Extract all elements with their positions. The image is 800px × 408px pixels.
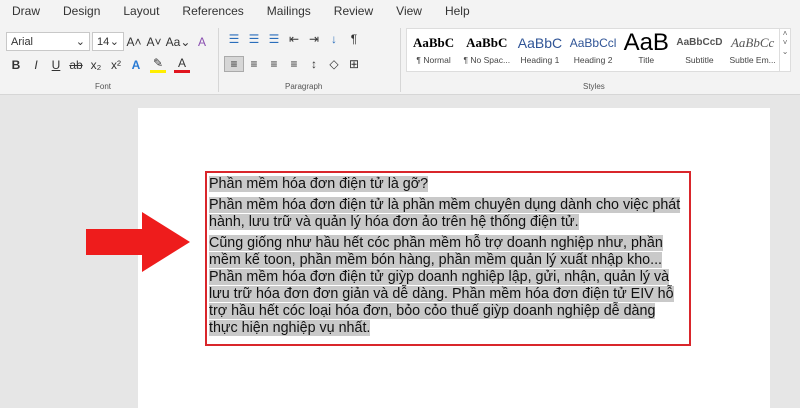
align-left-icon[interactable]: ≡	[224, 56, 244, 72]
change-case-button[interactable]: Aa⌄	[164, 35, 192, 49]
chevron-down-icon: ⌄	[110, 35, 119, 48]
styles-group-label: Styles	[583, 82, 605, 91]
align-center-icon[interactable]: ≡	[244, 57, 264, 71]
italic-icon[interactable]: I	[26, 58, 46, 72]
ribbon-tabs: Draw Design Layout References Mailings R…	[0, 0, 800, 24]
pilcrow-icon[interactable]: ¶	[344, 32, 364, 46]
text-line: Phần mềm hóa đơn điện tử là gỡ?	[209, 176, 428, 192]
paragraph-heading: Phần mềm hóa đơn điện tử là gỡ?	[209, 176, 680, 193]
font-name-value: Arial	[11, 36, 33, 48]
shading-icon[interactable]: ◇	[324, 57, 344, 71]
style-heading-1[interactable]: AaBbCHeading 1	[513, 29, 566, 71]
document-text[interactable]: Phần mềm hóa đơn điện tử là gỡ? Phần mềm…	[209, 176, 680, 341]
bold-icon[interactable]: B	[6, 58, 26, 72]
tab-view[interactable]: View	[396, 0, 422, 24]
style-label: Subtle Em...	[726, 55, 779, 65]
paragraph-definition: Phần mềm hóa đơn điện tử là phần mềm chu…	[209, 197, 680, 231]
style-preview: AaBbCcD	[673, 29, 726, 55]
increase-indent-icon[interactable]: ⇥	[304, 32, 324, 46]
style-label: ¶ Normal	[407, 55, 460, 65]
ribbon: Arial⌄ 14⌄ A˄ A˅ Aa⌄ A B I U ab x₂ x² A …	[0, 24, 800, 95]
text-line: trợ hầu hết cóc loại hóa đơn, bỏo cỏo th…	[209, 303, 655, 319]
sort-icon[interactable]: ↓	[324, 32, 344, 46]
tab-help[interactable]: Help	[445, 0, 470, 24]
font-color-icon[interactable]: A	[174, 56, 190, 73]
align-right-icon[interactable]: ≡	[264, 57, 284, 71]
numbering-icon[interactable]: ☰	[244, 32, 264, 46]
style-subtitle[interactable]: AaBbCcDSubtitle	[673, 29, 726, 71]
paragraph-description: Cũng giống như hầu hết cóc phần mềm hỗ t…	[209, 235, 680, 337]
style-preview: AaBbCcl	[567, 29, 620, 55]
text-line: Cũng giống như hầu hết cóc phần mềm hỗ t…	[209, 235, 663, 251]
font-size-value: 14	[97, 36, 109, 48]
tab-design[interactable]: Design	[63, 0, 100, 24]
style-preview: AaBbC	[407, 29, 460, 55]
chevron-down-icon: ⌄	[76, 35, 85, 48]
multilevel-list-icon[interactable]: ☰	[264, 32, 284, 46]
bullets-icon[interactable]: ☰	[224, 32, 244, 46]
text-line: mềm kế toon, phần mềm bón hàng, phần mềm…	[209, 252, 662, 268]
style-label: Heading 1	[513, 55, 566, 65]
tab-review[interactable]: Review	[334, 0, 373, 24]
tab-draw[interactable]: Draw	[12, 0, 40, 24]
style-label: Heading 2	[567, 55, 620, 65]
style-preview: AaB	[620, 29, 673, 55]
text-line: hành, lưu trữ và quản lý hóa đơn ảo trên…	[209, 214, 579, 230]
text-line: lưu trữ hóa đơn đơn giản và dễ dàng. Phầ…	[209, 286, 674, 302]
justify-icon[interactable]: ≡	[284, 57, 304, 71]
font-size-select[interactable]: 14⌄	[92, 32, 124, 51]
decrease-indent-icon[interactable]: ⇤	[284, 32, 304, 46]
text-line: Phần mềm hóa đơn điện tử giỳp doanh nghi…	[209, 269, 669, 285]
strikethrough-icon[interactable]: ab	[66, 58, 86, 72]
text-line: thực hiện nghiệp vụ nhất.	[209, 320, 370, 336]
red-arrow-icon	[86, 212, 192, 272]
tab-references[interactable]: References	[182, 0, 243, 24]
borders-icon[interactable]: ⊞	[344, 57, 364, 71]
style-preview: AaBbC	[460, 29, 513, 55]
styles-scrollbar[interactable]: ˄˅⌄	[779, 29, 790, 71]
style-no-spacing[interactable]: AaBbC¶ No Spac...	[460, 29, 513, 71]
highlight-icon[interactable]: ✎	[150, 56, 166, 73]
style-subtle-emphasis[interactable]: AaBbCcSubtle Em...	[726, 29, 779, 71]
underline-icon[interactable]: U	[46, 58, 66, 72]
font-group-label: Font	[95, 82, 111, 91]
style-title[interactable]: AaBTitle	[620, 29, 673, 71]
subscript-icon[interactable]: x₂	[86, 58, 106, 72]
line-spacing-icon[interactable]: ↕	[304, 57, 324, 71]
style-label: ¶ No Spac...	[460, 55, 513, 65]
tab-mailings[interactable]: Mailings	[267, 0, 311, 24]
style-label: Subtitle	[673, 55, 726, 65]
style-normal[interactable]: AaBbC¶ Normal	[407, 29, 460, 71]
styles-gallery: AaBbC¶ Normal AaBbC¶ No Spac... AaBbCHea…	[406, 28, 791, 72]
text-effects-icon[interactable]: A	[126, 58, 146, 72]
style-preview: AaBbCc	[726, 29, 779, 55]
grow-font-icon[interactable]: A˄	[124, 35, 144, 49]
style-heading-2[interactable]: AaBbCclHeading 2	[567, 29, 620, 71]
font-name-select[interactable]: Arial ⌄	[6, 32, 90, 51]
superscript-icon[interactable]: x²	[106, 58, 126, 72]
tab-layout[interactable]: Layout	[123, 0, 159, 24]
text-line: Phần mềm hóa đơn điện tử là phần mềm chu…	[209, 197, 680, 213]
style-label: Title	[620, 55, 673, 65]
shrink-font-icon[interactable]: A˅	[144, 35, 164, 49]
clear-formatting-icon[interactable]: A	[192, 35, 212, 49]
paragraph-group-label: Paragraph	[285, 82, 322, 91]
style-preview: AaBbC	[513, 29, 566, 55]
change-case-label: Aa	[166, 35, 181, 49]
